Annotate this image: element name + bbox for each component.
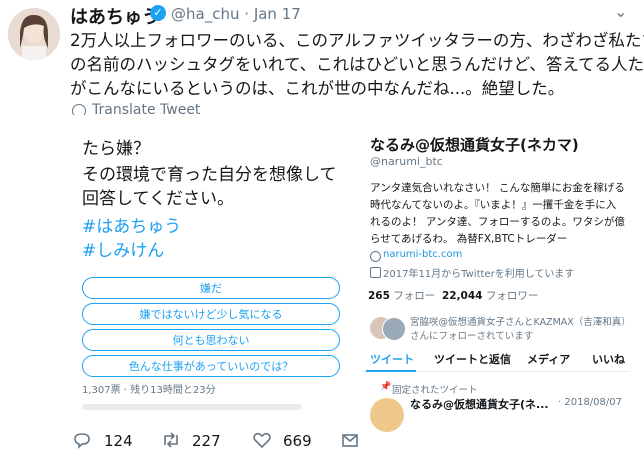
tweet-text-line: 2万人以上フォロワーのいる、このアルファツイッタラーの方、わざわざ私たち [70,31,644,50]
tweet-text-line: の名前のハッシュタグをいれて、これはひどいと思うんだけど、答えてる人たち [70,55,644,74]
verified-badge-icon: ✓ [150,5,166,21]
following-count: 265 [368,290,390,302]
poll-option[interactable]: 嫌だ [82,277,340,299]
author-handle[interactable]: @ha_chu [171,5,239,23]
followers-label: フォロワー [485,290,539,302]
tab-tweets: ツイート [370,353,414,366]
profile-bio-line: アンタ達気合いれなさい！ こんな簡単にお金を稼げる [370,182,625,194]
poll-meta: 1,307票 · 残り13時間と23分 [82,385,216,396]
poll-option[interactable]: 何とも思わない [82,329,340,351]
cut-off-text [82,404,302,410]
pinned-date: · 2018/08/07 [558,397,622,408]
poll-question-line: 回答してください。 [82,189,234,209]
profile-joined: 2017年11月からTwitterを利用しています [383,269,575,280]
following-label: フォロー [393,290,436,302]
author-avatar[interactable] [8,8,60,60]
pinned-author: なるみ@仮想通貨女子(ネ... [410,398,549,411]
profile-bio-line: 時代なんてないのよ。『いまよ！』一攫千金を手に入 [370,199,617,211]
message-icon[interactable] [340,430,360,455]
followed-by-line: 宮脇咲@仮想通貨女子さんとKAZMAX（吉澤和真） [410,317,631,328]
follower-avatar [382,317,406,341]
tweet-text: 2万人以上フォロワーのいる、このアルファツイッタラーの方、わざわざ私たち の名前… [70,29,644,101]
profile-handle: @narumi_btc [370,155,443,168]
poll-question-line: その環境で育った自分を想像して [82,165,337,185]
poll-option[interactable]: 色んな仕事があっていいのでは？ [82,355,340,377]
followed-by-text: 宮脇咲@仮想通貨女子さんとKAZMAX（吉澤和真） さんにフォローされています [410,316,631,344]
hashtag[interactable]: #はあちゅう [82,212,181,237]
followed-by-line: さんにフォローされています [410,331,534,342]
dot-separator: · [244,5,250,23]
poll-option[interactable]: 嫌ではないけど少し気になる [82,303,340,325]
profile-link: narumi-btc.com [383,249,463,260]
author-handle-date: @ha_chu · Jan 17 [171,5,301,23]
hashtag[interactable]: #しみけん [82,236,164,261]
retweet-count: 227 [192,432,221,450]
profile-stats: 265 フォロー 22,044 フォロワー [368,288,538,303]
like-count: 669 [283,432,312,450]
link-icon [370,251,381,262]
profile-name: なるみ@仮想通貨女子(ネカマ) [370,136,579,154]
reply-icon[interactable] [72,430,92,455]
retweet-icon[interactable] [160,430,182,455]
tab-tweets-replies: ツイートと返信 [434,353,511,366]
calendar-icon [370,267,381,278]
reply-count: 124 [104,432,133,450]
profile-bio-line: れるのよ！ アンタ達、フォローするのよ。ワタシが億 [370,216,625,228]
pinned-avatar [370,398,404,432]
active-tab-indicator [366,370,416,372]
pinned-label: 固定されたツイート [392,385,478,396]
profile-bio-line: らせてあげるわ。 為替FX,BTCトレーダー [370,233,568,245]
pin-icon: 📌 [380,382,392,392]
author-name[interactable]: はあちゅう [70,3,160,29]
followers-count: 22,044 [441,290,483,302]
chevron-down-icon[interactable]: ⌄ [614,2,627,21]
heart-icon[interactable] [252,430,272,455]
poll-question-line: たら嫌？ [82,139,150,159]
tab-media: メディア [527,353,571,366]
tweet-text-line: がこんなにいるというのは、これが世の中なんだね...。絶望した。 [70,79,565,98]
tab-likes: いいね [592,353,625,366]
profile-bio: アンタ達気合いれなさい！ こんな簡単にお金を稼げる 時代なんてないのよ。『いまよ… [370,180,628,248]
tweet-date[interactable]: Jan 17 [254,5,301,23]
